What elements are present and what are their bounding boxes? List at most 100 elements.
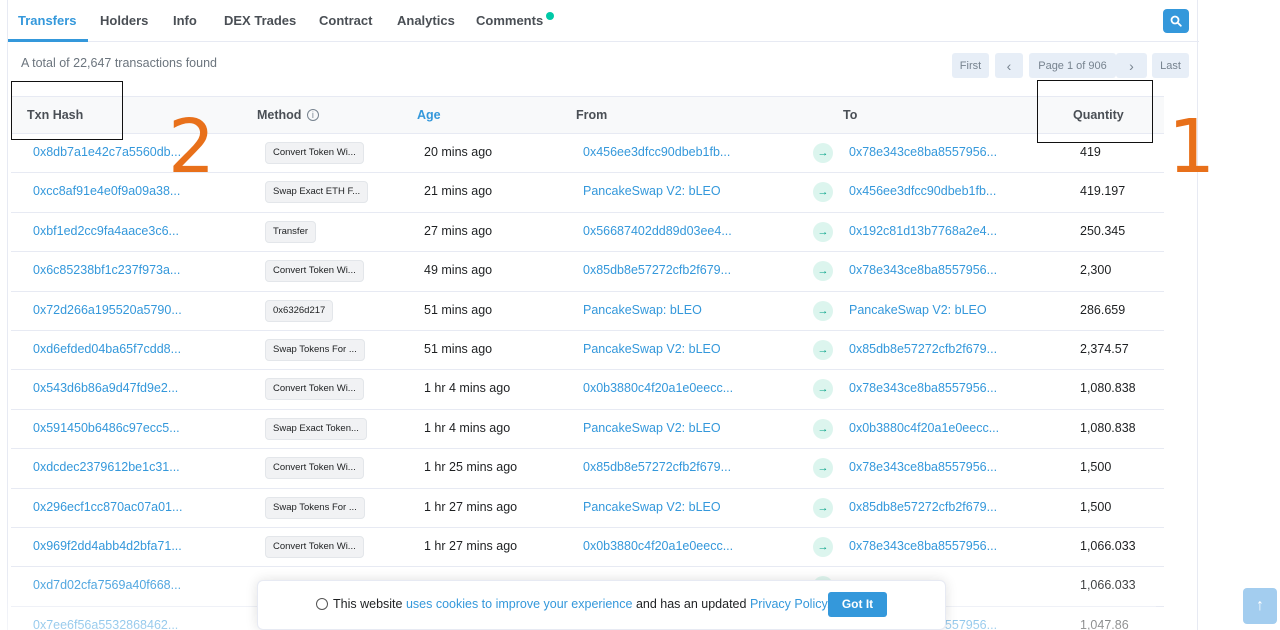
from-address-link[interactable]: 0x85db8e57272cfb2f679... [583,460,731,474]
tab-holders[interactable]: Holders [100,13,148,28]
method-badge: 0x6326d217 [265,299,334,322]
search-button[interactable] [1163,9,1189,33]
col-to: To [843,108,858,122]
to-address-link[interactable]: 0x85db8e57272cfb2f679... [849,342,997,356]
tab-contract[interactable]: Contract [319,13,372,28]
txn-hash-link[interactable]: 0xcc8af91e4e0f9a09a38... [33,184,180,198]
active-tab-underline [8,39,88,42]
quantity-value: 1,500 [1080,460,1112,475]
transfer-arrow-icon: → [813,497,833,518]
col-from: From [576,108,608,122]
got-it-button[interactable]: Got It [828,592,887,617]
txn-hash-link[interactable]: 0x7ee6f56a5532868462... [33,618,178,630]
table-row: 0x6c85238bf1c237f973a... Convert Token Wi… [11,252,1164,292]
quantity-value: 1,080.838 [1080,420,1136,435]
token-page-card: Transfers Holders Info DEX Trades Contra… [7,0,1199,630]
from-address-link[interactable]: 0x0b3880c4f20a1e0eecc... [583,539,733,553]
method-badge: Convert Token Wi... [265,142,364,164]
method-badge: Convert Token Wi... [265,260,364,283]
to-address-link[interactable]: 0x78e343ce8ba8557956... [849,381,997,395]
to-address-link[interactable]: 0x456ee3dfcc90dbeb1fb... [849,184,996,198]
txn-hash-link[interactable]: 0x6c85238bf1c237f973a... [33,263,180,277]
table-row: 0x296ecf1cc870ac07a01... Swap Tokens For … [11,489,1164,528]
txn-hash-link[interactable]: 0x591450b6486c97ecc5... [33,421,180,435]
quantity-value: 419 [1080,145,1101,159]
transactions-summary: A total of 22,647 transactions found [21,56,217,70]
from-address-link[interactable]: 0x56687402dd89d03ee4... [583,224,732,238]
txn-hash-link[interactable]: 0x72d266a195520a5790... [33,303,182,317]
tab-dex-trades[interactable]: DEX Trades [224,13,296,28]
txn-hash-link[interactable]: 0xd7d02cfa7569a40f668... [33,578,181,592]
from-address-link[interactable]: PancakeSwap V2: bLEO [583,500,721,514]
quantity-value: 2,300 [1080,263,1112,278]
tab-info[interactable]: Info [173,13,197,28]
quantity-value: 2,374.57 [1080,341,1129,356]
info-icon[interactable]: i [306,109,319,121]
tab-transfers[interactable]: Transfers [18,13,77,28]
method-badge: Swap Exact ETH F... [265,181,369,204]
txn-hash-link[interactable]: 0x8db7a1e42c7a5560db... [33,145,181,159]
pager-next-button[interactable]: › [1116,53,1147,78]
from-address-link[interactable]: PancakeSwap: bLEO [583,303,702,317]
to-address-link[interactable]: 0x0b3880c4f20a1e0eecc... [849,421,999,435]
transfer-arrow-icon: → [813,143,833,163]
from-address-link[interactable]: 0x0b3880c4f20a1e0eecc... [583,381,733,395]
to-address-link[interactable]: 0x192c81d13b7768a2e4... [849,224,997,238]
cookie-text-start: This website [333,597,406,611]
txn-hash-link[interactable]: 0xbf1ed2cc9fa4aace3c6... [33,224,179,238]
method-badge: Convert Token Wi... [265,378,364,401]
txn-hash-link[interactable]: 0x296ecf1cc870ac07a01... [33,500,182,514]
age-text: 20 mins ago [424,145,493,159]
method-badge: Transfer [265,220,317,243]
pager-last-button[interactable]: Last [1152,53,1189,78]
quantity-value: 1,047.86 [1080,617,1129,630]
scroll-to-top-button[interactable]: ↑ [1243,588,1277,624]
table-row: 0xd6efded04ba65f7cdd8... Swap Tokens For … [11,331,1164,371]
to-address-link[interactable]: 0x85db8e57272cfb2f679... [849,500,997,514]
annotation-label-1: 1 [1168,104,1216,190]
age-text: 1 hr 4 mins ago [424,381,511,396]
age-text: 1 hr 27 mins ago [424,538,518,553]
tab-comments[interactable]: Comments [476,13,543,28]
quantity-value: 1,066.033 [1080,578,1136,593]
txn-hash-link[interactable]: 0xd6efded04ba65f7cdd8... [33,342,181,356]
to-address-link[interactable]: PancakeSwap V2: bLEO [849,303,987,317]
transfer-arrow-icon: → [813,418,833,439]
from-address-link[interactable]: PancakeSwap V2: bLEO [583,342,721,356]
method-badge: Swap Tokens For ... [265,496,365,519]
tab-bar: Transfers Holders Info DEX Trades Contra… [8,0,1199,42]
from-address-link[interactable]: 0x456ee3dfcc90dbeb1fb... [583,145,730,159]
to-address-link[interactable]: 0x78e343ce8ba8557956... [849,539,997,553]
pager-prev-button[interactable]: ‹ [995,53,1023,78]
col-age[interactable]: Age [417,108,441,122]
to-address-link[interactable]: 0x78e343ce8ba8557956... [849,263,997,277]
privacy-policy-link[interactable]: Privacy Policy. [750,597,830,611]
method-badge: Swap Exact Token... [265,417,367,440]
txn-hash-link[interactable]: 0x969f2dd4abb4d2bfa71... [33,539,182,553]
table-row: 0xbf1ed2cc9fa4aace3c6... Transfer 27 mins … [11,213,1164,253]
from-address-link[interactable]: 0x85db8e57272cfb2f679... [583,263,731,277]
age-text: 49 mins ago [424,263,493,278]
tab-analytics[interactable]: Analytics [397,13,455,28]
table-row: 0x591450b6486c97ecc5... Swap Exact Token.… [11,410,1164,450]
table-row: 0x72d266a195520a5790... 0x6326d217 51 mins… [11,292,1164,331]
table-row: 0x969f2dd4abb4d2bfa71... Convert Token Wi… [11,528,1164,568]
quantity-value: 1,080.838 [1080,381,1136,396]
cookie-policy-link[interactable]: uses cookies to improve your experience [406,597,633,611]
col-method: Method i [257,108,319,122]
method-badge: Convert Token Wi... [265,457,364,480]
method-badge: Swap Tokens For ... [265,338,365,361]
quantity-value: 286.659 [1080,302,1126,317]
quantity-value: 250.345 [1080,223,1126,238]
to-address-link[interactable]: 0x78e343ce8ba8557956... [849,145,997,159]
cookie-banner: This website uses cookies to improve you… [257,580,946,630]
transfer-arrow-icon: → [813,379,833,400]
txn-hash-link[interactable]: 0xdcdec2379612be1c31... [33,460,180,474]
from-address-link[interactable]: PancakeSwap V2: bLEO [583,184,721,198]
table-row: 0x543d6b86a9d47fd9e2... Convert Token Wi.… [11,370,1164,410]
from-address-link[interactable]: PancakeSwap V2: bLEO [583,421,721,435]
pager-first-button[interactable]: First [952,53,989,78]
txn-hash-link[interactable]: 0x543d6b86a9d47fd9e2... [33,381,178,395]
to-address-link[interactable]: 0x78e343ce8ba8557956... [849,460,997,474]
cookie-message: This website uses cookies to improve you… [333,597,830,611]
